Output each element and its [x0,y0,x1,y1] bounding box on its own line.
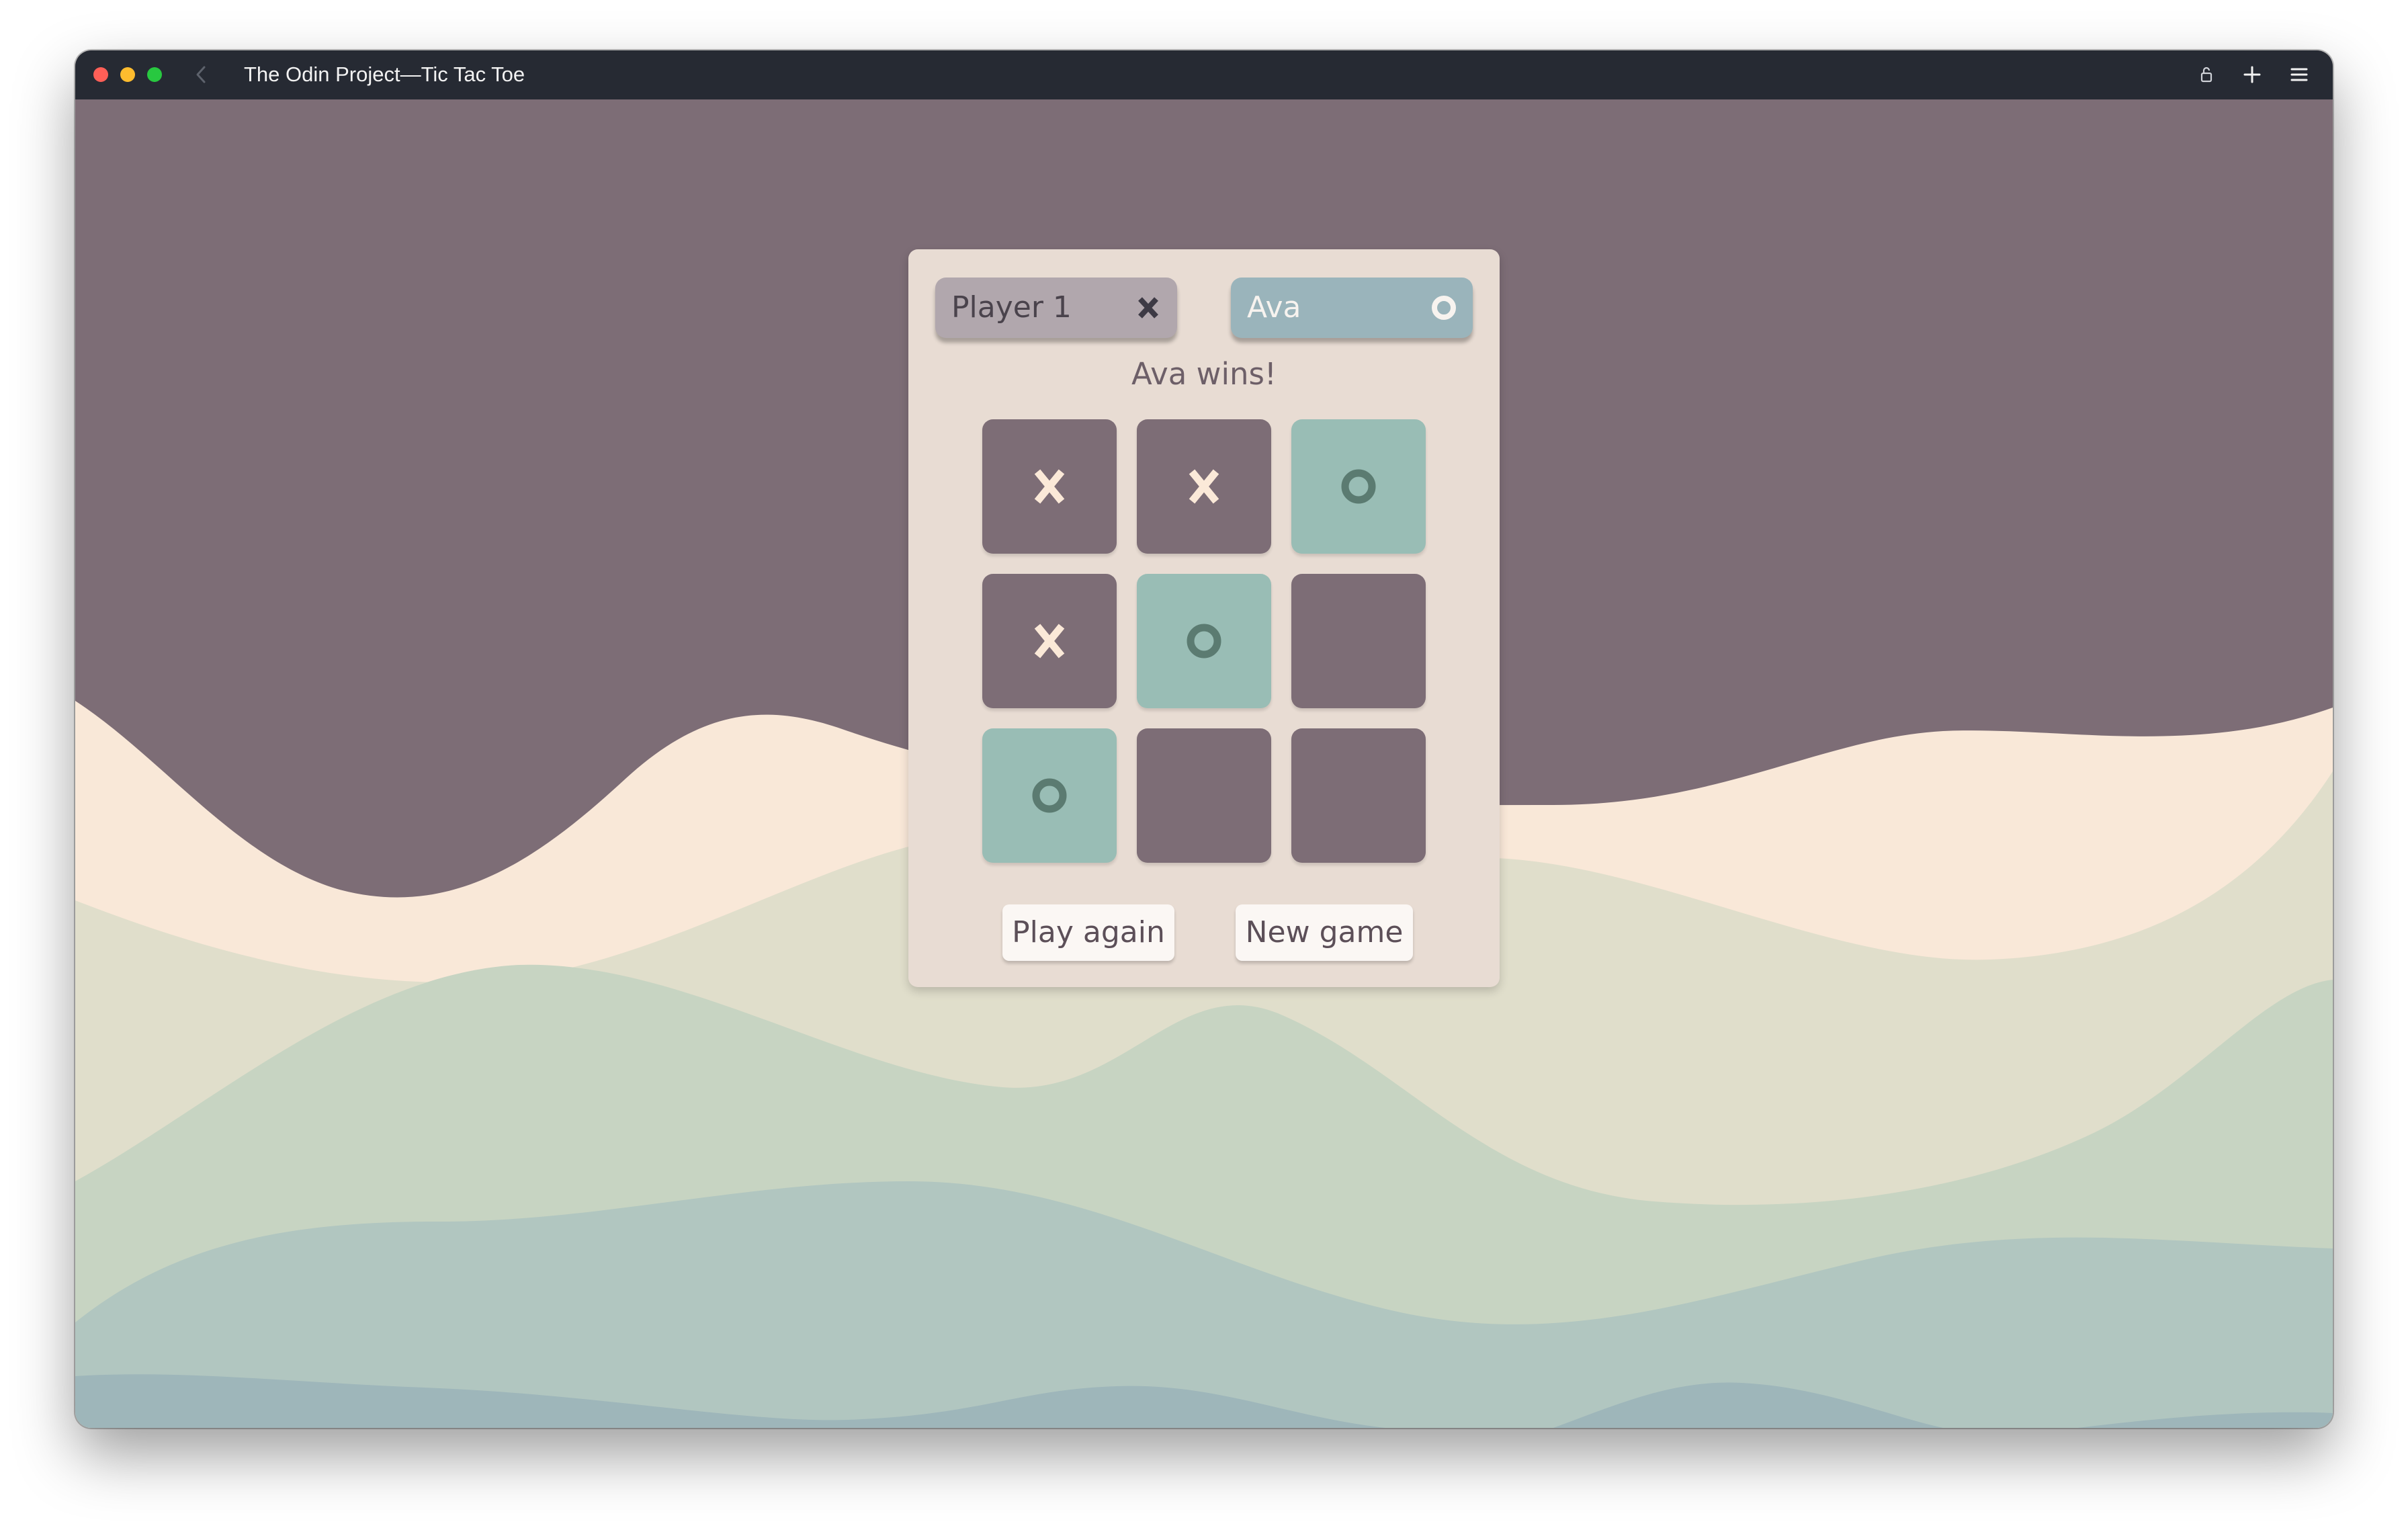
player-1-name[interactable]: Player 1 [951,278,1072,338]
board-cell-r3-c3[interactable] [1291,728,1426,863]
x-mark-icon [1034,624,1065,659]
play-again-button[interactable]: Play again [1002,904,1174,961]
x-mark-icon [1189,469,1219,504]
x-mark-icon [1138,297,1158,319]
o-mark-icon [1432,296,1456,320]
window-title: The Odin Project—Tic Tac Toe [244,62,525,86]
board-cell-r1-c2[interactable] [1137,419,1271,554]
board-cell-r2-c3[interactable] [1291,574,1426,708]
player-1-card[interactable]: Player 1 [935,278,1177,338]
plus-icon[interactable] [2240,62,2264,87]
menu-icon[interactable] [2287,62,2311,87]
o-mark-icon [1187,624,1221,659]
zoom-window-button[interactable] [147,67,162,82]
page-content: Player 1 Ava Ava wins! Play again New ga… [75,99,2333,1428]
close-window-button[interactable] [93,67,108,82]
back-icon[interactable] [191,64,211,85]
board-cell-r3-c2[interactable] [1137,728,1271,863]
o-mark-icon [1341,469,1376,504]
player-2-card[interactable]: Ava [1231,278,1473,338]
board-cell-r1-c1[interactable] [982,419,1117,554]
o-mark-icon [1032,778,1067,813]
game-card: Player 1 Ava Ava wins! Play again New ga… [908,249,1500,987]
board-cell-r1-c3[interactable] [1291,419,1426,554]
x-mark-icon [1034,469,1065,504]
board-cell-r2-c2[interactable] [1137,574,1271,708]
minimize-window-button[interactable] [120,67,135,82]
browser-window: The Odin Project—Tic Tac Toe Player 1 Av… [75,50,2333,1428]
new-game-button[interactable]: New game [1236,904,1413,961]
title-bar: The Odin Project—Tic Tac Toe [75,50,2333,99]
player-2-name[interactable]: Ava [1247,278,1301,338]
board-cell-r3-c1[interactable] [982,728,1117,863]
lock-icon[interactable] [2194,62,2219,87]
game-status: Ava wins! [1131,356,1277,392]
board-cell-r2-c1[interactable] [982,574,1117,708]
